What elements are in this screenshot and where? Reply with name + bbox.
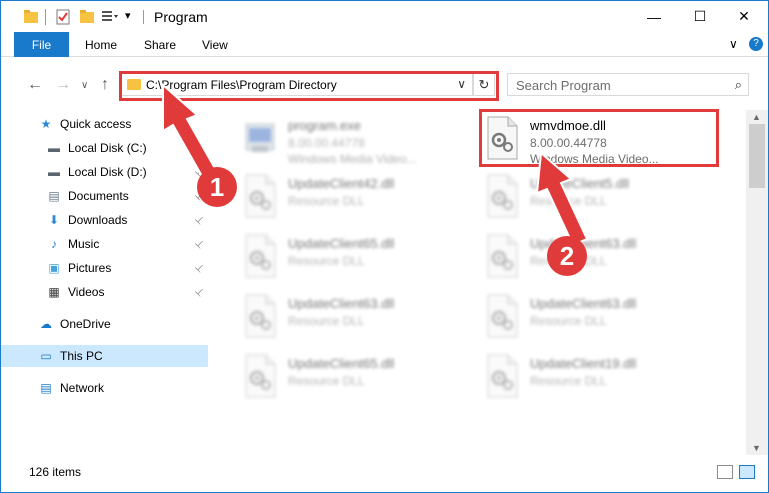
annotation-arrows: [162, 82, 589, 247]
callout-2-badge: 2: [547, 236, 587, 276]
callout-1-badge: 1: [197, 167, 237, 207]
explorer-window: ▾ Program — ☐ ✕ File Home Share View ∨ ?…: [0, 0, 769, 493]
